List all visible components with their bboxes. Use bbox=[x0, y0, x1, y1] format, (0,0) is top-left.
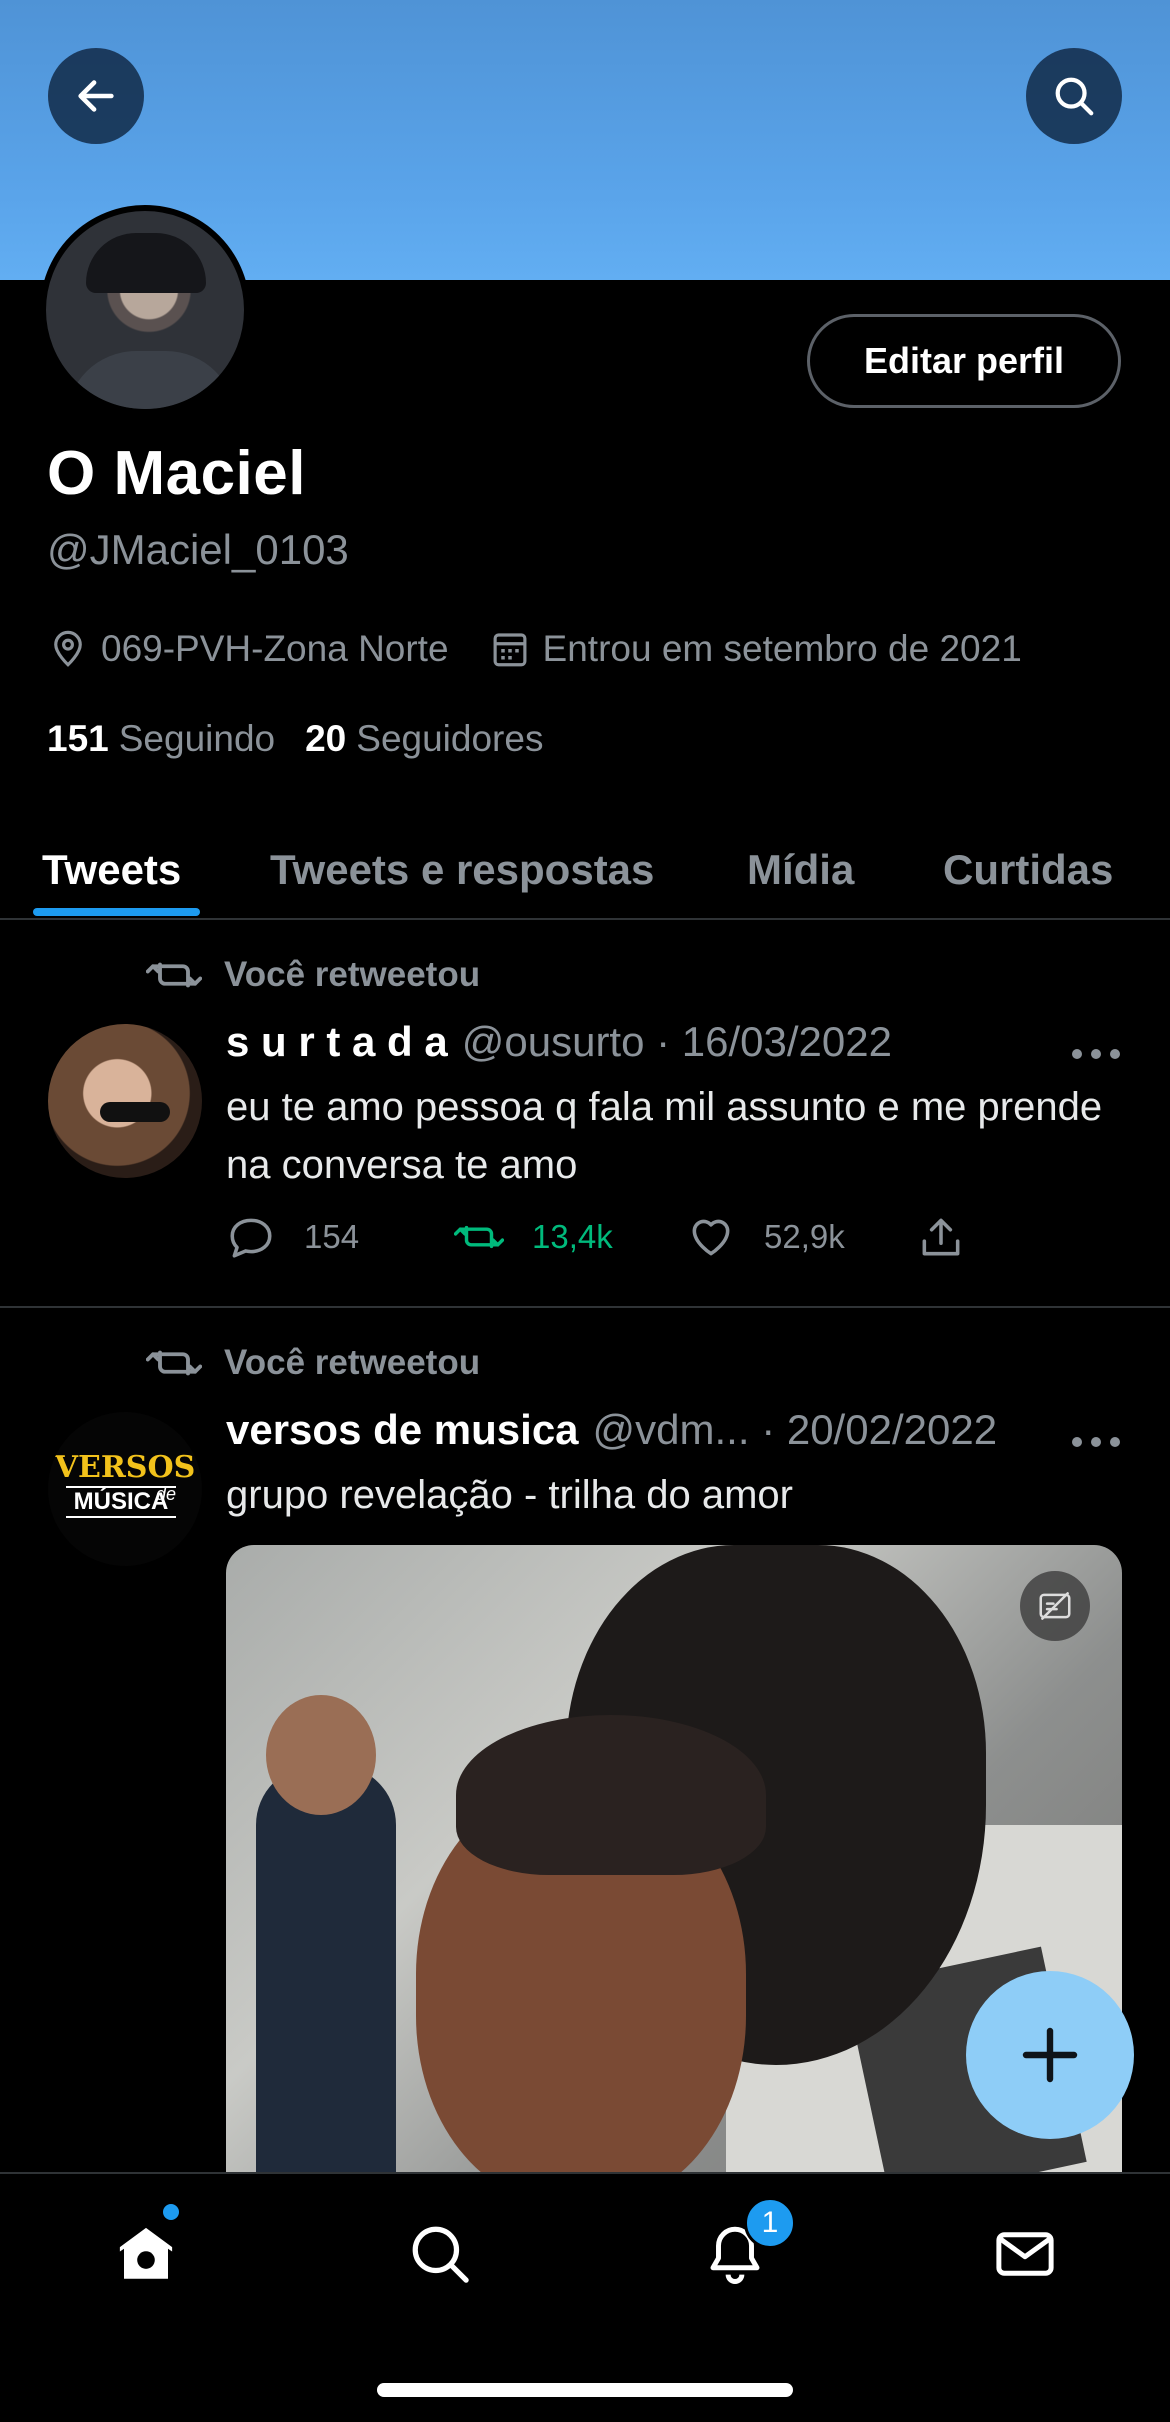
profile-tabs: Tweets Tweets e respostas Mídia Curtidas bbox=[0, 820, 1170, 920]
location-pin-icon bbox=[54, 630, 82, 667]
nav-home[interactable] bbox=[106, 2214, 186, 2294]
nav-messages[interactable] bbox=[985, 2214, 1065, 2294]
retweet-icon bbox=[146, 1350, 202, 1376]
following-label: Seguindo bbox=[118, 718, 276, 759]
profile-handle: @JMaciel_0103 bbox=[47, 526, 349, 573]
profile-name: O Maciel bbox=[47, 439, 306, 508]
location-text: 069-PVH-Zona Norte bbox=[101, 628, 449, 669]
home-icon bbox=[119, 2227, 173, 2279]
nav-search[interactable] bbox=[400, 2214, 480, 2294]
plus-icon bbox=[1022, 2027, 1078, 2083]
tweet-header: versos de musica @vdm... · 20/02/2022 bbox=[226, 1406, 997, 1454]
like-count: 52,9k bbox=[764, 1218, 845, 1255]
retweet-indicator: Você retweetou bbox=[146, 954, 480, 996]
retweet-button[interactable]: 13,4k bbox=[454, 1212, 686, 1262]
followers-label: Seguidores bbox=[356, 718, 544, 759]
notifications-badge: 1 bbox=[744, 2197, 796, 2249]
profile-location: 069-PVH-Zona Norte bbox=[47, 628, 449, 670]
captions-off-icon bbox=[1039, 1592, 1071, 1620]
calendar-icon bbox=[493, 633, 526, 667]
arrow-left-icon bbox=[78, 80, 114, 112]
tweet-author-name[interactable]: s u r t a d a bbox=[226, 1018, 448, 1066]
following-link[interactable]: 151 Seguindo bbox=[47, 718, 275, 760]
edit-profile-button[interactable]: Editar perfil bbox=[807, 314, 1121, 408]
mail-icon bbox=[996, 2232, 1054, 2276]
tweet-text: eu te amo pessoa q fala mil assunto e me… bbox=[226, 1085, 1103, 1187]
followers-count: 20 bbox=[305, 718, 347, 759]
reply-count: 154 bbox=[304, 1218, 360, 1255]
active-tab-indicator bbox=[33, 908, 200, 916]
search-icon bbox=[412, 2226, 469, 2283]
tab-midia[interactable]: Mídia bbox=[747, 820, 854, 920]
tweet-meta: @ousurto · 16/03/2022 bbox=[461, 1018, 892, 1065]
video-bg-head bbox=[266, 1695, 376, 1815]
tweet-author-avatar[interactable] bbox=[48, 1024, 202, 1178]
avatar-sunglasses bbox=[100, 1102, 170, 1122]
tab-curtidas[interactable]: Curtidas bbox=[943, 820, 1113, 920]
compose-tweet-button[interactable] bbox=[966, 1971, 1134, 2139]
avatar-shirt bbox=[66, 351, 236, 409]
video-face-hair bbox=[456, 1715, 766, 1875]
more-options-button[interactable] bbox=[1072, 1432, 1120, 1452]
share-button[interactable] bbox=[916, 1212, 994, 1262]
search-icon bbox=[1055, 77, 1094, 116]
avatar-cap bbox=[86, 233, 206, 293]
joined-text: Entrou em setembro de 2021 bbox=[542, 628, 1022, 669]
like-button[interactable]: 52,9k bbox=[686, 1212, 916, 1262]
followers-link[interactable]: 20 Seguidores bbox=[305, 718, 543, 760]
tweet-meta: @vdm... · 20/02/2022 bbox=[592, 1406, 998, 1453]
more-options-button[interactable] bbox=[1072, 1044, 1120, 1064]
profile-meta: 069-PVH-Zona Norte Entrou em setembro de… bbox=[47, 628, 1062, 670]
captions-button[interactable] bbox=[1020, 1571, 1090, 1641]
heart-icon bbox=[692, 1219, 730, 1256]
avatar-logo-top: VERSOS bbox=[54, 1450, 196, 1485]
back-button[interactable] bbox=[48, 48, 144, 144]
tweet-author-avatar[interactable]: VERSOS de MÚSICA bbox=[48, 1412, 202, 1566]
reply-icon bbox=[230, 1218, 272, 1258]
profile-avatar[interactable] bbox=[40, 205, 250, 415]
retweet-label: Você retweetou bbox=[224, 1343, 481, 1382]
reply-button[interactable]: 154 bbox=[226, 1212, 454, 1262]
tweet-actions: 154 13,4k 52,9k bbox=[226, 1212, 994, 1262]
retweet-label: Você retweetou bbox=[224, 955, 481, 994]
profile-joined: Entrou em setembro de 2021 bbox=[489, 628, 1022, 670]
retweet-indicator: Você retweetou bbox=[146, 1342, 480, 1384]
retweet-active-icon bbox=[454, 1225, 504, 1249]
search-button[interactable] bbox=[1026, 48, 1122, 144]
tab-tweets-e-respostas[interactable]: Tweets e respostas bbox=[270, 820, 654, 920]
tab-tweets[interactable]: Tweets bbox=[42, 820, 181, 920]
follow-stats: 151 Seguindo 20 Seguidores bbox=[47, 718, 573, 760]
share-icon bbox=[922, 1218, 960, 1256]
home-indicator-bar[interactable] bbox=[377, 2383, 793, 2397]
tweet-1[interactable]: Você retweetou s u r t a d a @ousurto · … bbox=[0, 922, 1170, 1308]
home-new-indicator bbox=[163, 2204, 179, 2220]
tweet-text: grupo revelação - trilha do amor bbox=[226, 1473, 793, 1517]
tweet-header: s u r t a d a @ousurto · 16/03/2022 bbox=[226, 1018, 892, 1066]
retweet-icon bbox=[146, 962, 202, 988]
avatar-logo-bottom: MÚSICA bbox=[66, 1486, 176, 1518]
tweet-author-name[interactable]: versos de musica bbox=[226, 1406, 579, 1454]
retweet-count: 13,4k bbox=[532, 1218, 613, 1255]
following-count: 151 bbox=[47, 718, 109, 759]
